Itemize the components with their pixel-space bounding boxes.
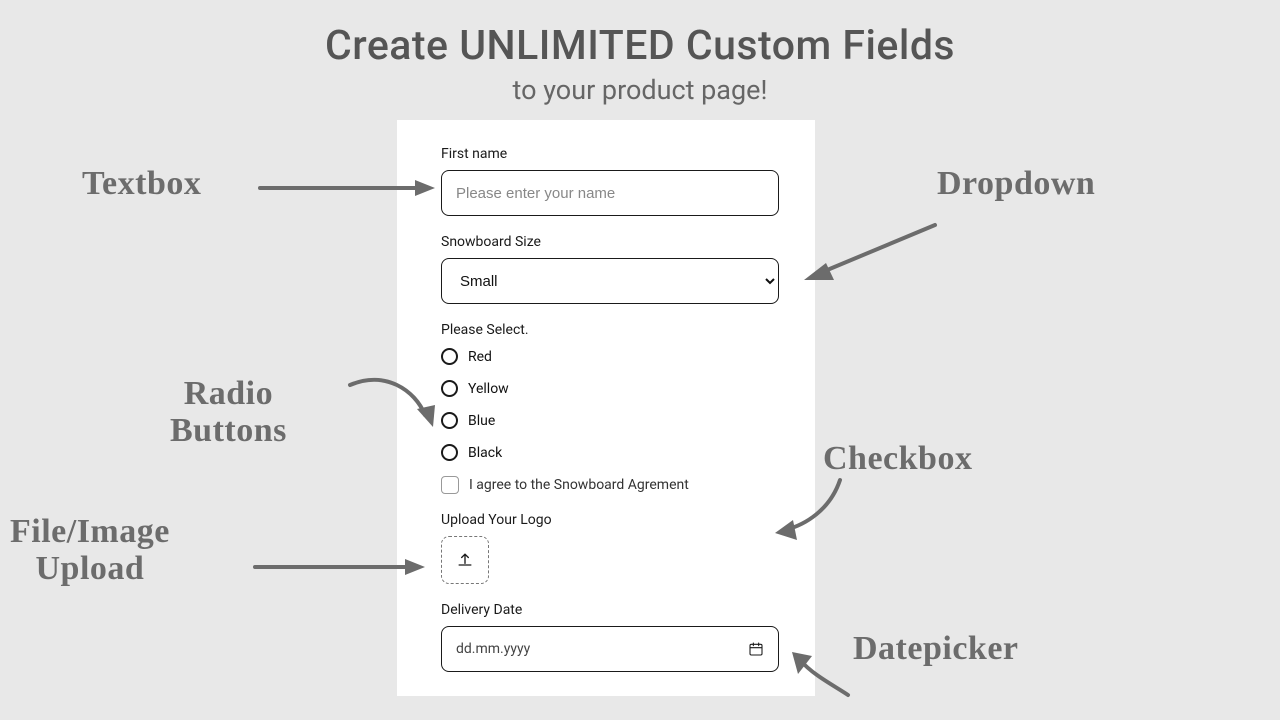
anno-upload-line2: Upload [36, 550, 145, 587]
arrow-date [788, 650, 868, 710]
arrow-upload [255, 545, 435, 585]
radio-label: Red [468, 349, 492, 365]
radio-label: Blue [468, 413, 495, 429]
form-card: First name Snowboard Size Small Please S… [397, 120, 815, 696]
size-select[interactable]: Small [441, 258, 779, 304]
radio-yellow[interactable]: Yellow [441, 380, 779, 397]
arrow-checkbox [775, 475, 855, 545]
field-upload: Upload Your Logo [441, 512, 779, 584]
anno-textbox: Textbox [82, 165, 201, 202]
color-label: Please Select. [441, 322, 779, 338]
anno-radio-line2: Buttons [170, 412, 287, 449]
agree-label: I agree to the Snowboard Agrement [469, 477, 689, 493]
checkbox-icon [441, 476, 459, 494]
arrow-textbox [260, 170, 440, 210]
anno-upload-line1: File/Image [10, 513, 170, 550]
heading-subtitle: to your product page! [0, 74, 1280, 106]
upload-icon [455, 550, 475, 570]
first-name-label: First name [441, 146, 779, 162]
first-name-input[interactable] [441, 170, 779, 216]
size-label: Snowboard Size [441, 234, 779, 250]
anno-radio: Radio Buttons [170, 375, 287, 450]
upload-label: Upload Your Logo [441, 512, 779, 528]
field-size: Snowboard Size Small [441, 234, 779, 304]
calendar-icon [748, 641, 764, 657]
heading-title: Create UNLIMITED Custom Fields [0, 22, 1280, 70]
upload-button[interactable] [441, 536, 489, 584]
field-date: Delivery Date dd.mm.yyyy [441, 602, 779, 672]
anno-date: Datepicker [853, 630, 1019, 667]
radio-black[interactable]: Black [441, 444, 779, 461]
color-radio-group: Red Yellow Blue Black [441, 348, 779, 461]
anno-upload: File/Image Upload [10, 513, 170, 588]
anno-radio-line1: Radio [184, 375, 273, 412]
anno-dropdown: Dropdown [937, 165, 1095, 202]
date-placeholder: dd.mm.yyyy [456, 641, 530, 657]
field-color: Please Select. Red Yellow Blue Black I a… [441, 322, 779, 494]
agree-checkbox-row[interactable]: I agree to the Snowboard Agrement [441, 476, 779, 494]
field-first-name: First name [441, 146, 779, 216]
date-input[interactable]: dd.mm.yyyy [441, 626, 779, 672]
radio-icon [441, 348, 458, 365]
radio-red[interactable]: Red [441, 348, 779, 365]
arrow-dropdown [800, 225, 950, 285]
date-label: Delivery Date [441, 602, 779, 618]
anno-checkbox: Checkbox [823, 440, 972, 477]
arrow-radio [345, 375, 445, 435]
radio-label: Black [468, 445, 502, 461]
radio-icon [441, 444, 458, 461]
radio-label: Yellow [468, 381, 509, 397]
radio-blue[interactable]: Blue [441, 412, 779, 429]
page-heading: Create UNLIMITED Custom Fields to your p… [0, 0, 1280, 106]
